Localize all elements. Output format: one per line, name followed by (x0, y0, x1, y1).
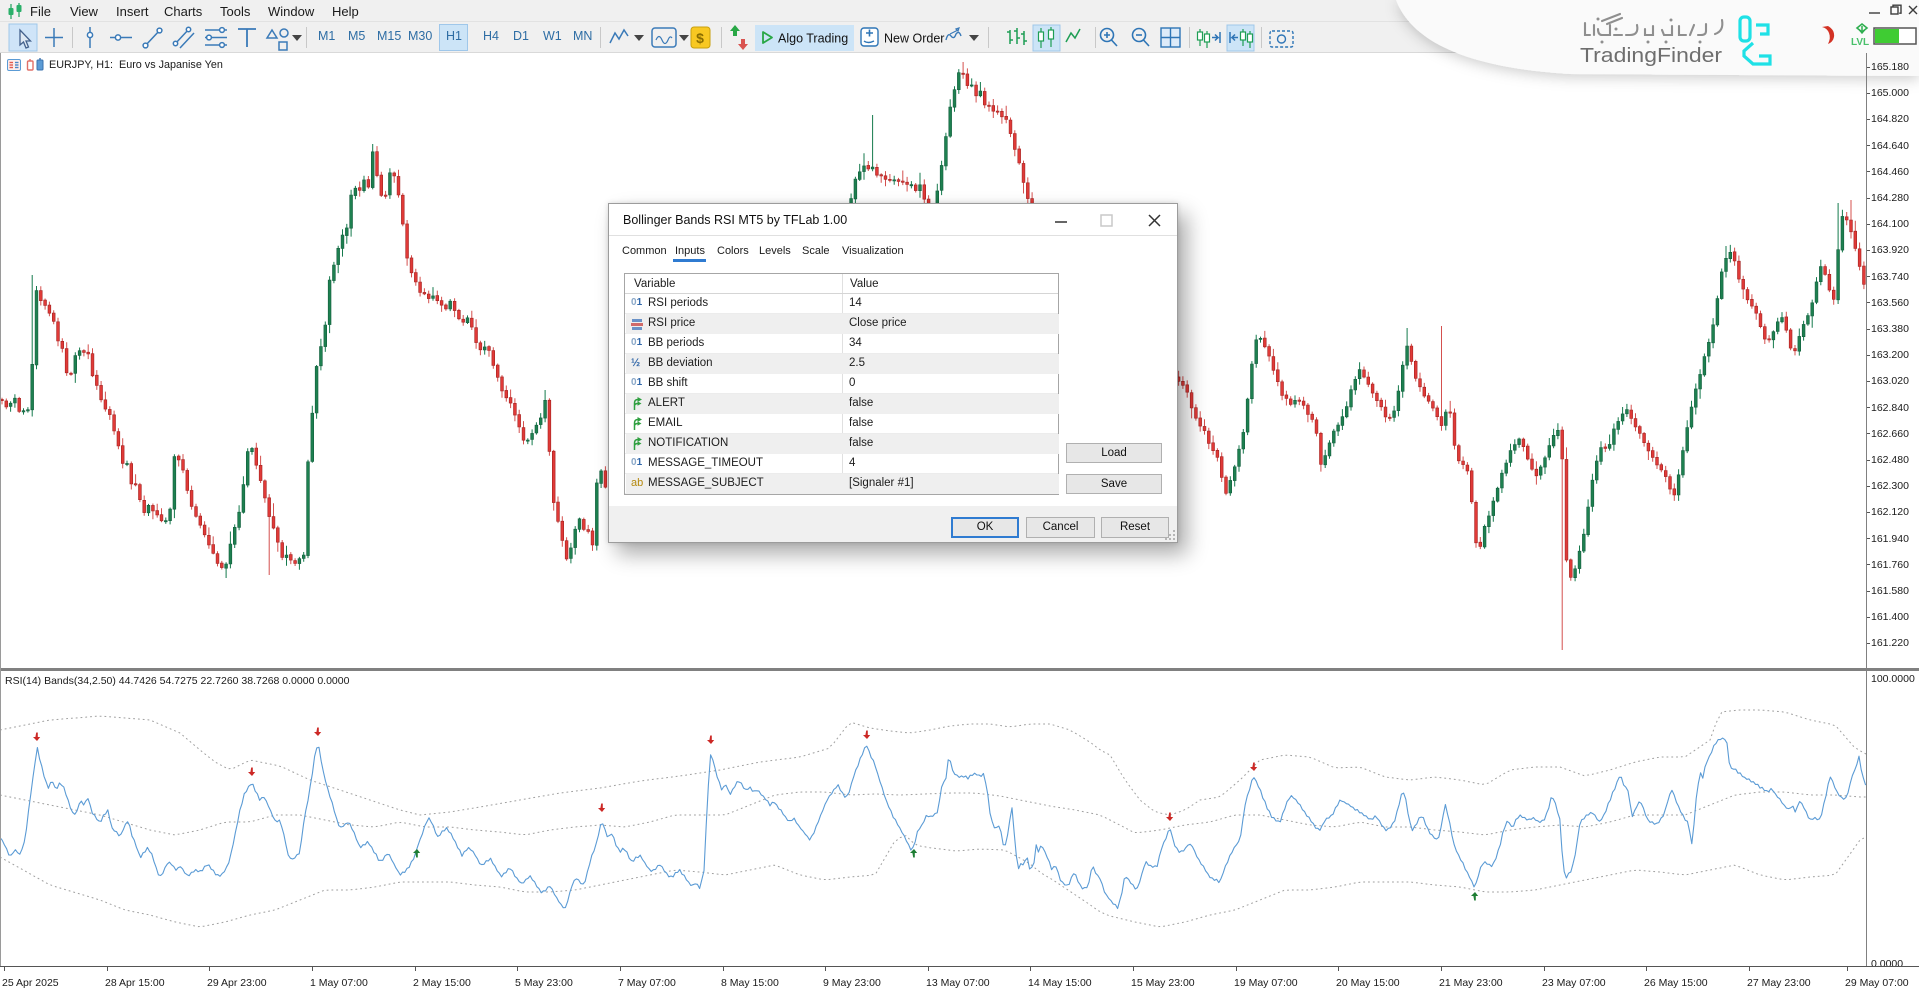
svg-text:LVL: LVL (1851, 37, 1869, 48)
svg-text:TradingFinder: TradingFinder (1580, 45, 1722, 67)
